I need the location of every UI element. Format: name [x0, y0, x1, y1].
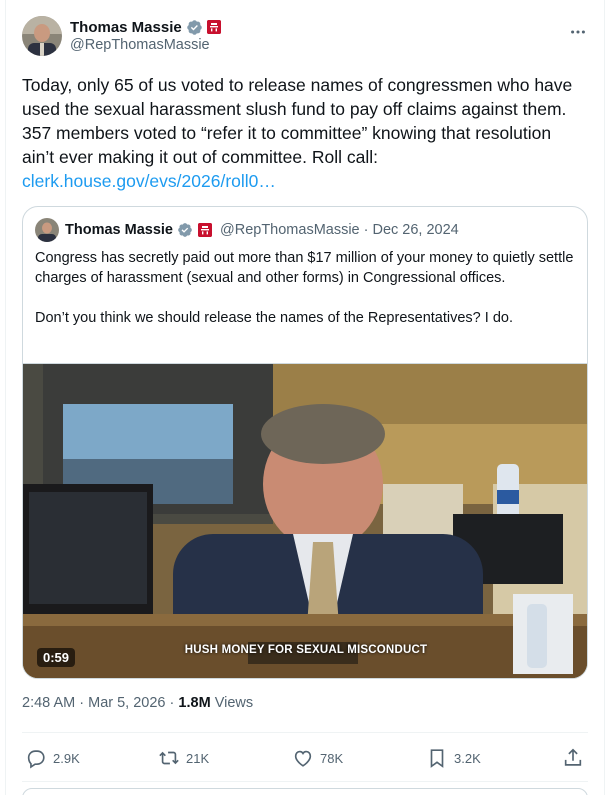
quoted-date: Dec 26, 2024	[372, 222, 459, 238]
quoted-header: Thomas Massie @RepThomasMassie · Dec 26,…	[35, 218, 459, 242]
repost-count: 21K	[186, 750, 210, 766]
repost-button[interactable]: 21K	[158, 747, 209, 769]
bookmark-count: 3.2K	[454, 750, 481, 766]
reply-icon	[27, 750, 45, 769]
video-frame	[23, 364, 587, 678]
quoted-video[interactable]: HUSH MONEY FOR SEXUAL MISCONDUCT 0:59	[23, 363, 587, 678]
share-button[interactable]	[562, 747, 584, 769]
reply-composer[interactable]	[22, 788, 588, 795]
quoted-paragraph: Congress has secretly paid out more than…	[35, 250, 574, 286]
video-duration: 0:59	[37, 648, 76, 667]
like-button[interactable]: 78K	[292, 747, 343, 769]
post-body: Today, only 65 of us voted to release na…	[22, 73, 588, 193]
verified-badge-icon	[177, 222, 194, 239]
quoted-text: Congress has secretly paid out more than…	[35, 248, 575, 328]
share-icon	[564, 748, 582, 766]
meta-separator: ·	[169, 695, 175, 711]
quoted-paragraph: Don’t you think we should release the na…	[35, 310, 513, 326]
quoted-author-name: Thomas Massie	[65, 222, 173, 238]
us-house-flag-icon	[198, 223, 212, 237]
bookmark-button[interactable]: 3.2K	[426, 747, 481, 769]
post-header: Thomas Massie @RepThomasMassie	[22, 16, 588, 58]
meta-separator: ·	[79, 695, 85, 711]
roll-call-link[interactable]: clerk.house.gov/evs/2026/roll0…	[22, 169, 588, 193]
heart-icon	[294, 750, 312, 767]
author-name[interactable]: Thomas Massie	[70, 19, 182, 36]
post-time[interactable]: 2:48 AM	[22, 695, 75, 711]
post-text: Today, only 65 of us voted to release na…	[22, 75, 573, 167]
repost-icon	[159, 751, 179, 765]
quoted-author-avatar	[35, 218, 59, 242]
action-bar: 2.9K 21K 78K 3.2K	[22, 732, 588, 782]
reply-button[interactable]: 2.9K	[25, 747, 80, 769]
author-avatar[interactable]	[22, 16, 62, 56]
quoted-separator: ·	[363, 222, 369, 238]
video-caption: HUSH MONEY FOR SEXUAL MISCONDUCT	[184, 644, 428, 656]
author-name-row: Thomas Massie	[70, 18, 221, 36]
post-date[interactable]: Mar 5, 2026	[88, 695, 165, 711]
verified-badge-icon[interactable]	[186, 19, 203, 36]
like-count: 78K	[320, 750, 344, 766]
views-label: Views	[214, 695, 254, 711]
post-meta: 2:48 AM · Mar 5, 2026 · 1.8M Views	[22, 695, 253, 711]
bookmark-icon	[430, 749, 444, 768]
us-house-flag-icon	[206, 20, 221, 34]
quoted-author-handle: @RepThomasMassie	[220, 222, 360, 238]
views-count: 1.8M	[178, 695, 211, 711]
more-horizontal-icon[interactable]	[568, 22, 588, 42]
reply-count: 2.9K	[53, 750, 80, 766]
quoted-post[interactable]: Thomas Massie @RepThomasMassie · Dec 26,…	[22, 206, 588, 679]
author-handle[interactable]: @RepThomasMassie	[70, 37, 210, 53]
